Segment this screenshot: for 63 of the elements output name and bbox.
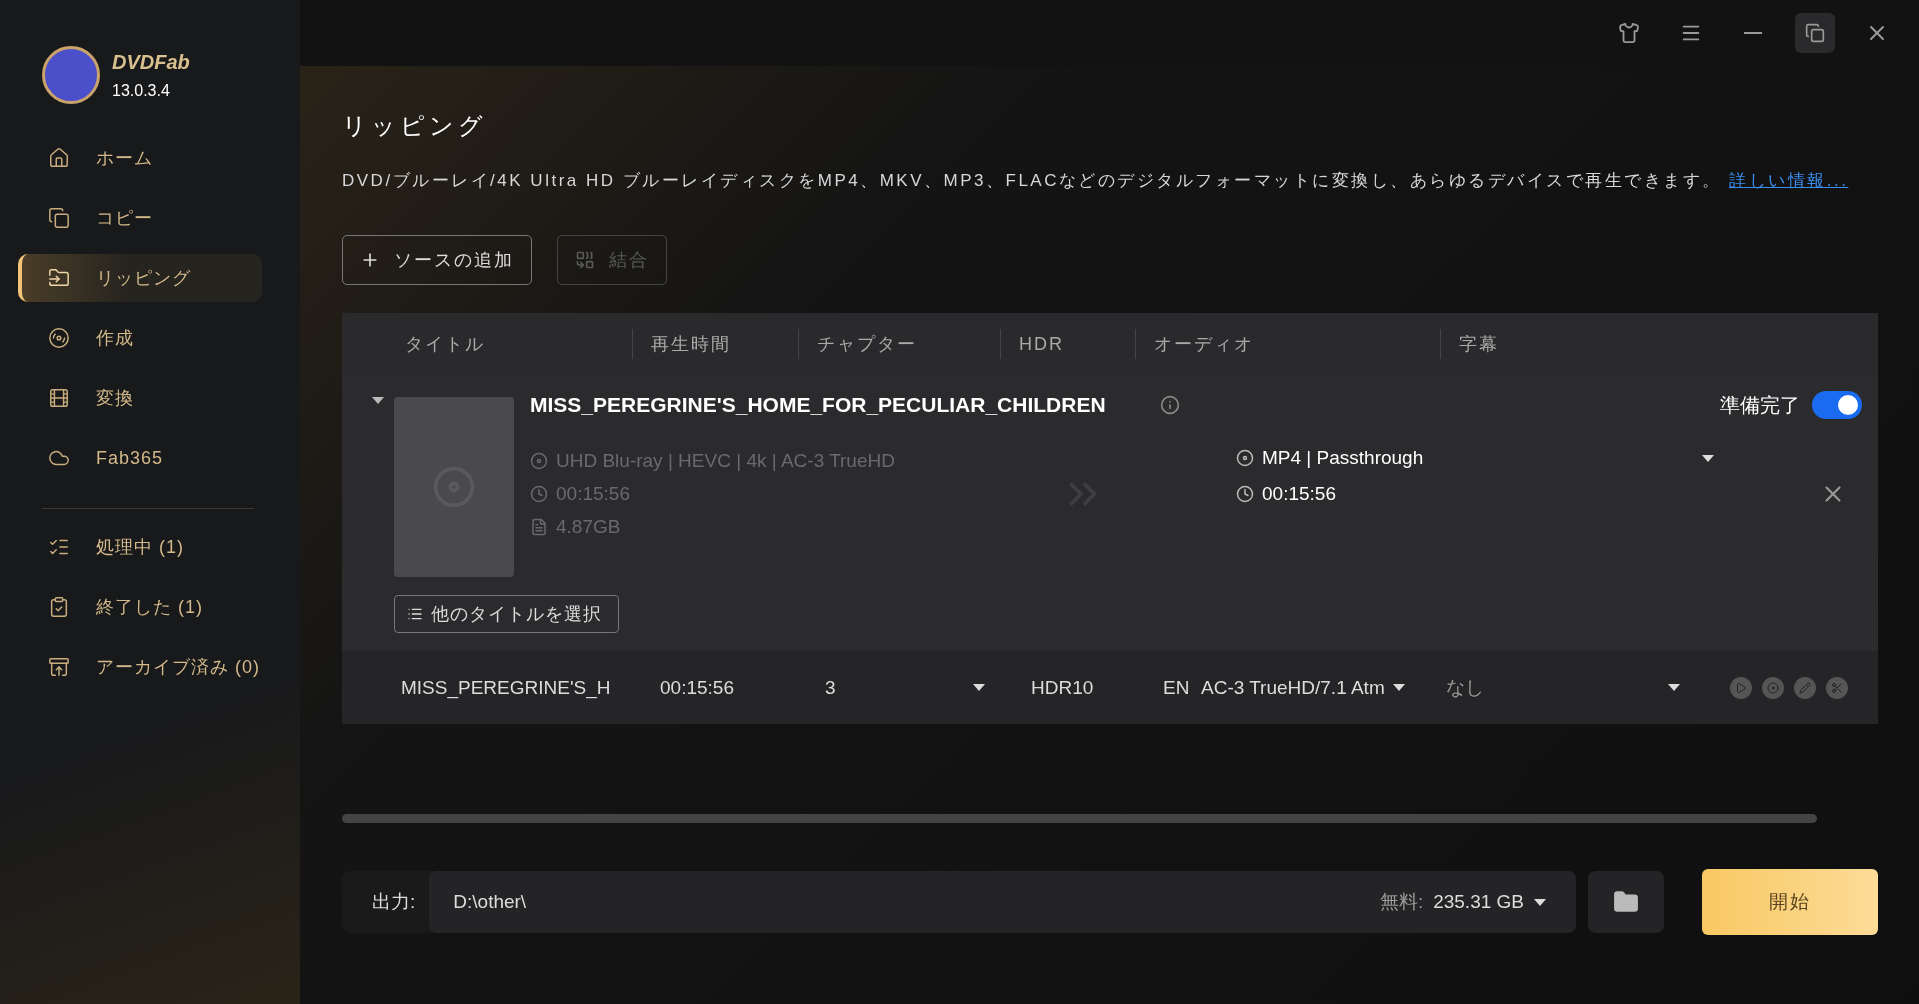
table-cell-text: AC-3 TrueHD/7.1 Atm [1201,676,1386,699]
restore-button[interactable] [1795,13,1835,53]
table-cell-text: HDR10 [1031,676,1095,699]
restore-icon [1805,23,1825,43]
column-header: 再生時間 [632,329,798,359]
shirt-icon [1618,22,1640,44]
start-button[interactable]: 開始 [1702,869,1878,935]
clipboard-check-icon [48,596,70,618]
output-info-text: 00:15:56 [1262,482,1336,506]
file-icon [530,518,548,536]
select-titles-button[interactable]: 他のタイトルを選択 [394,595,619,633]
page-title: リッピング [342,111,488,142]
home-icon [48,147,70,169]
sidebar-item[interactable]: ホーム [18,134,262,182]
sidebar-item[interactable]: 終了した (1) [18,583,262,631]
column-header: オーディオ [1135,329,1440,359]
sidebar-item[interactable]: コピー [18,194,262,242]
table-cell-text: EN [1163,676,1191,699]
more-info-link[interactable]: 詳しい情報... [1729,171,1849,190]
folder-icon [1613,889,1639,915]
output-info-text: MP4 | Passthrough [1262,446,1424,470]
version-text: 13.0.3.4 [112,81,171,100]
scrollbar[interactable] [342,814,1817,823]
status-label: 準備完了 [1720,392,1800,418]
sidebar-item[interactable]: リッピング [18,254,262,302]
clock-icon [530,485,548,503]
sidebar-item[interactable]: Fab365 [18,434,262,482]
disc-icon [48,327,70,349]
page-description: DVD/ブルーレイ/4K Ultra HD ブルーレイディスクをMP4、MKV、MP3、FLACなどのデジタルフォーマットに変換し、あらゆるデバイスで再生できます。 詳しい情報... [342,170,1850,192]
sidebar-item[interactable]: 処理中 (1) [18,523,262,571]
table-cell-text: MISS_PEREGRINE'S_H [401,676,612,699]
output-path-field[interactable]: D:\other\ 無料: 235.31 GB [429,871,1576,933]
ready-toggle[interactable] [1812,391,1862,419]
brand-logo: DVDFab [112,50,190,74]
film-icon [48,387,70,409]
disc-icon [530,452,548,470]
folder-play-icon [48,267,70,289]
archive-icon [48,656,70,678]
add-source-button[interactable]: ソースの追加 [342,235,532,285]
minimize-icon [1744,32,1762,34]
sidebar-item[interactable]: 作成 [18,314,262,362]
column-header: 字幕 [1440,329,1878,359]
avatar-circle [42,46,100,104]
source-info-text: 00:15:56 [556,482,630,506]
column-header: チャプター [798,329,1000,359]
folder-button[interactable] [1588,871,1664,933]
output-label: 出力: [371,890,417,914]
table-cell-text: 3 [825,676,837,699]
discs-icon [48,207,70,229]
sidebar-item[interactable]: 変換 [18,374,262,422]
column-header: HDR [1000,329,1135,359]
source-info-text: 4.87GB [556,515,621,539]
info-icon[interactable] [1159,395,1180,415]
clock-icon [1236,485,1254,503]
merge-icon [575,250,595,270]
table-cell-text: 00:15:56 [660,676,735,699]
title-name: MISS_PEREGRINE'S_HOME_FOR_PECULIAR_CHILDREN [530,393,1106,417]
sidebar-item[interactable]: アーカイブ済み (0) [18,643,262,691]
column-header: タイトル [404,333,486,356]
source-info-text: UHD Blu-ray | HEVC | 4k | AC-3 TrueHD [556,449,895,473]
table-cell-text: なし [1446,675,1485,700]
disc-icon [1236,449,1254,467]
list-icon [407,606,423,622]
